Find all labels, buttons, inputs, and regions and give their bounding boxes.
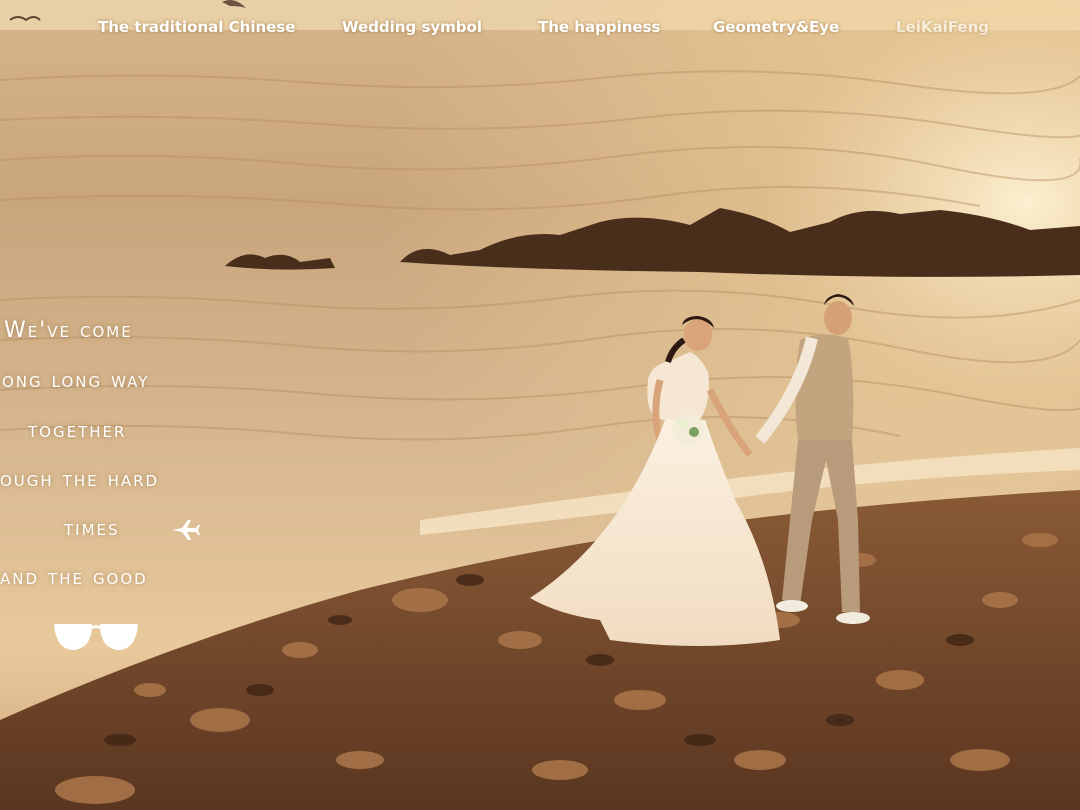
sunglasses-icon <box>54 624 138 650</box>
airplane-icon <box>172 520 200 540</box>
quote-line-4: ough the hard <box>0 467 160 492</box>
top-navigation: The traditional Chinese Wedding symbol T… <box>0 18 1080 42</box>
quote-line-5: times <box>64 516 120 541</box>
nav-link-leikaifeng[interactable]: LeiKaiFeng <box>896 18 989 36</box>
quote-line-3: together <box>28 418 127 443</box>
quote-line-1: We've come <box>4 318 133 343</box>
nav-link-wedding-symbol[interactable]: Wedding symbol <box>342 18 482 36</box>
nav-link-traditional-chinese[interactable]: The traditional Chinese <box>98 18 295 36</box>
quote-line-2: ong long way <box>2 368 150 393</box>
nav-link-geometry-eye[interactable]: Geometry&Eye <box>713 18 839 36</box>
quote-overlay: We've come ong long way together ough th… <box>0 300 260 680</box>
nav-link-happiness[interactable]: The happiness <box>538 18 660 36</box>
quote-line-6: and the good <box>0 565 148 590</box>
